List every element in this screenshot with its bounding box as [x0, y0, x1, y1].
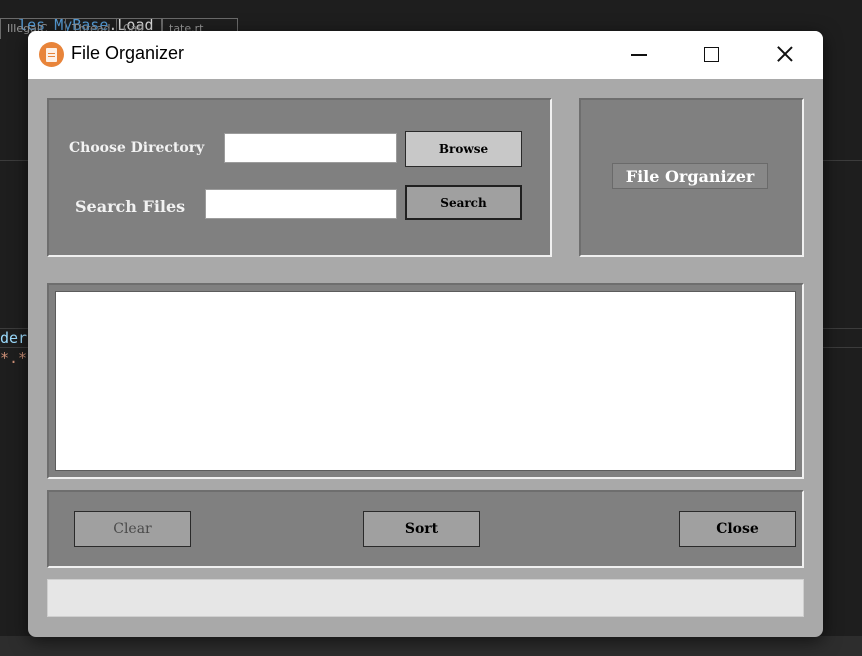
search-button[interactable]: Search	[405, 185, 522, 220]
choose-directory-label: Choose Directory	[69, 140, 205, 156]
maximize-icon	[704, 47, 719, 62]
sort-button[interactable]: Sort	[363, 511, 480, 547]
title-bar[interactable]: File Organizer	[28, 31, 823, 79]
minimize-button[interactable]	[611, 31, 667, 79]
window-title: File Organizer	[71, 43, 185, 63]
close-window-button[interactable]	[757, 31, 813, 79]
maximize-button[interactable]	[684, 31, 740, 79]
background-code-line-3: *.*	[0, 349, 28, 367]
clear-button[interactable]: Clear	[74, 511, 191, 547]
file-list-panel	[47, 283, 804, 479]
file-organizer-app-icon	[39, 42, 64, 67]
search-files-label: Search Files	[75, 197, 186, 216]
background-code-line-2: der	[0, 329, 28, 347]
background-status-strip	[0, 636, 862, 656]
close-button[interactable]: Close	[679, 511, 796, 547]
directory-input[interactable]	[224, 133, 397, 163]
directory-panel: Choose Directory Browse Search Files Sea…	[47, 98, 552, 257]
search-input[interactable]	[205, 189, 397, 219]
file-organizer-window: File Organizer Choose Directory Browse S…	[28, 31, 823, 637]
brand-panel: File Organizer	[579, 98, 804, 257]
brand-label: File Organizer	[612, 163, 768, 189]
status-bar	[47, 579, 804, 617]
close-icon	[776, 45, 794, 63]
minimize-icon	[631, 54, 647, 56]
actions-panel: Clear Sort Close	[47, 490, 804, 568]
file-list[interactable]	[55, 291, 796, 471]
browse-button[interactable]: Browse	[405, 131, 522, 167]
